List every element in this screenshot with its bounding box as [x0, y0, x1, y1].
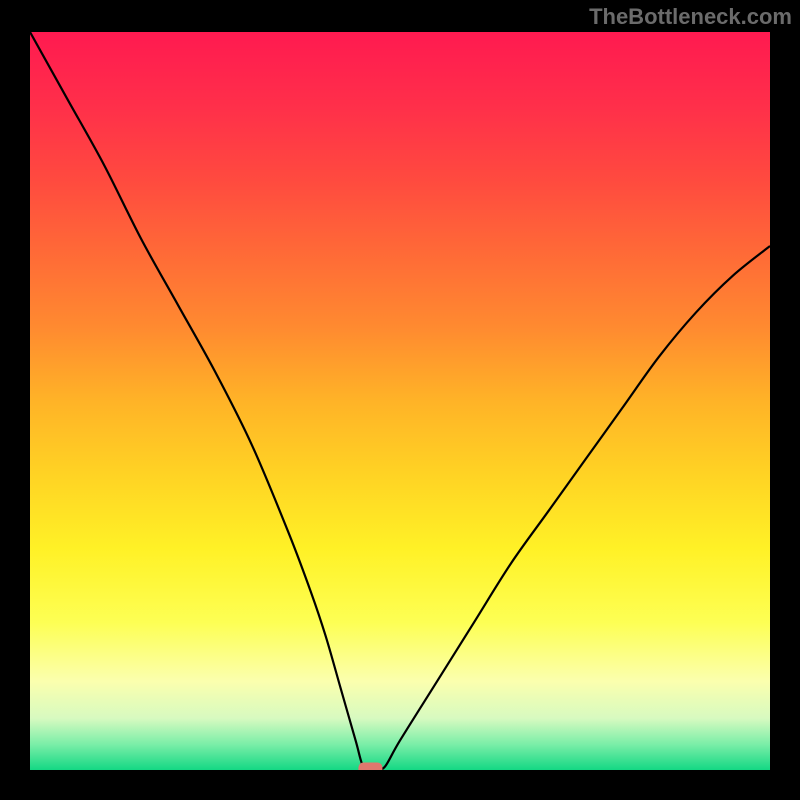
chart-frame: TheBottleneck.com — [0, 0, 800, 800]
attribution-text: TheBottleneck.com — [589, 4, 792, 30]
gradient-background — [30, 32, 770, 770]
plot-area — [30, 32, 770, 770]
optimal-point-marker — [358, 763, 382, 770]
bottleneck-chart — [30, 32, 770, 770]
